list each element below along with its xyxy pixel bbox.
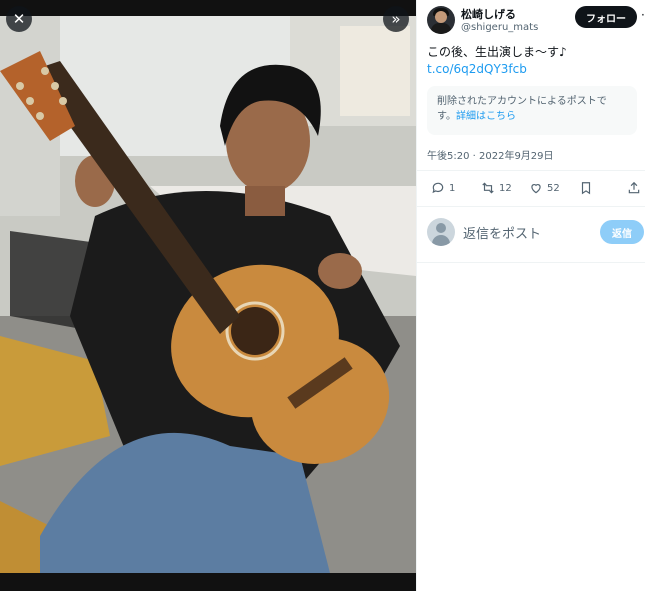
quoted-post-notice: 削除されたアカウントによるポストで す。詳細はこちら: [427, 86, 637, 135]
close-icon[interactable]: ✕: [6, 6, 32, 32]
like-action[interactable]: 52: [529, 181, 560, 195]
tweet-text: この後、生出演しま〜す♪: [427, 45, 567, 59]
chevron-double-right-icon[interactable]: »: [383, 6, 409, 32]
bookmark-icon: [581, 182, 591, 195]
user-handle[interactable]: @shigeru_mats: [461, 22, 538, 33]
photo-illustration: [0, 16, 416, 573]
share-action[interactable]: [627, 181, 641, 195]
reply-icon: [432, 182, 444, 194]
tweet-header: 松崎しげる @shigeru_mats フォロー ···: [427, 6, 645, 36]
quote-text: 削除されたアカウントによるポストで: [437, 96, 607, 107]
media-bottom-bar: [0, 573, 416, 591]
share-icon: [628, 181, 640, 194]
reply-input[interactable]: 返信をポスト: [463, 223, 541, 242]
tweet-timestamp[interactable]: 午後5:20 · 2022年9月29日: [427, 147, 554, 162]
media-top-bar: [0, 0, 416, 16]
avatar[interactable]: [427, 6, 455, 34]
tweet-link[interactable]: t.co/6q2dQY3fcb: [427, 62, 527, 76]
avatar: [427, 218, 455, 246]
repost-icon: [482, 182, 494, 194]
reply-count: 1: [449, 182, 456, 194]
divider: [417, 262, 645, 263]
reply-button[interactable]: 返信: [600, 220, 644, 244]
tweet-photo[interactable]: [0, 16, 416, 573]
more-icon[interactable]: ···: [641, 8, 645, 22]
learn-more-link[interactable]: 詳細はこちら: [456, 111, 516, 122]
follow-button[interactable]: フォロー: [575, 6, 637, 28]
media-viewer: ✕ »: [0, 0, 416, 591]
tweet-panel: 松崎しげる @shigeru_mats フォロー ··· この後、生出演しま〜す…: [416, 0, 645, 591]
like-count: 52: [547, 182, 560, 194]
divider: [417, 206, 645, 207]
divider: [417, 170, 645, 171]
bookmark-action[interactable]: [579, 181, 593, 195]
quote-text-suffix: す。: [437, 111, 456, 122]
heart-icon: [531, 184, 541, 194]
reply-composer: 返信をポスト 返信: [427, 218, 644, 248]
repost-action[interactable]: 12: [481, 181, 512, 195]
action-bar: 1 12 52: [417, 177, 645, 203]
quote-text-line2: す。詳細はこちら: [437, 109, 627, 124]
repost-count: 12: [499, 182, 512, 194]
reply-action[interactable]: 1: [431, 181, 455, 195]
display-name[interactable]: 松崎しげる: [461, 6, 516, 22]
